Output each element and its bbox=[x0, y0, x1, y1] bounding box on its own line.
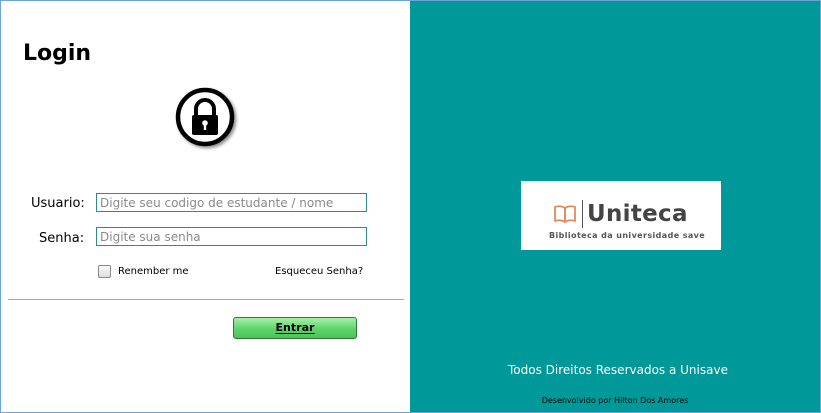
user-label: Usuario: bbox=[31, 196, 85, 211]
brand-name: Uniteca bbox=[587, 201, 688, 227]
enter-button-label: Entrar bbox=[275, 321, 315, 334]
login-panel: Login Usuario: Senha: Renember me Esqu bbox=[1, 1, 410, 412]
enter-button[interactable]: Entrar bbox=[233, 317, 357, 339]
rights-text: Todos Direitos Reservados a Unisave bbox=[508, 363, 728, 377]
remember-me[interactable]: Renember me bbox=[98, 265, 189, 278]
user-input[interactable] bbox=[96, 193, 367, 212]
forgot-password-link[interactable]: Esqueceu Senha? bbox=[275, 266, 363, 277]
login-window: Login Usuario: Senha: Renember me Esqu bbox=[0, 0, 821, 413]
brand-tagline: Biblioteca da universidade save bbox=[549, 231, 706, 240]
logo-separator bbox=[582, 200, 583, 228]
password-input[interactable] bbox=[96, 227, 367, 246]
logo-row: Uniteca bbox=[553, 200, 688, 228]
developer-credit: Desenvolvido por Hilton Dos Amores bbox=[541, 396, 689, 405]
page-title: Login bbox=[23, 41, 92, 66]
password-label: Senha: bbox=[39, 231, 85, 246]
open-book-icon bbox=[554, 205, 576, 223]
padlock-icon bbox=[175, 87, 235, 147]
divider bbox=[8, 299, 404, 300]
remember-checkbox[interactable] bbox=[98, 265, 111, 278]
remember-label: Renember me bbox=[118, 266, 189, 277]
brand-logo: Uniteca Biblioteca da universidade save bbox=[521, 181, 721, 250]
